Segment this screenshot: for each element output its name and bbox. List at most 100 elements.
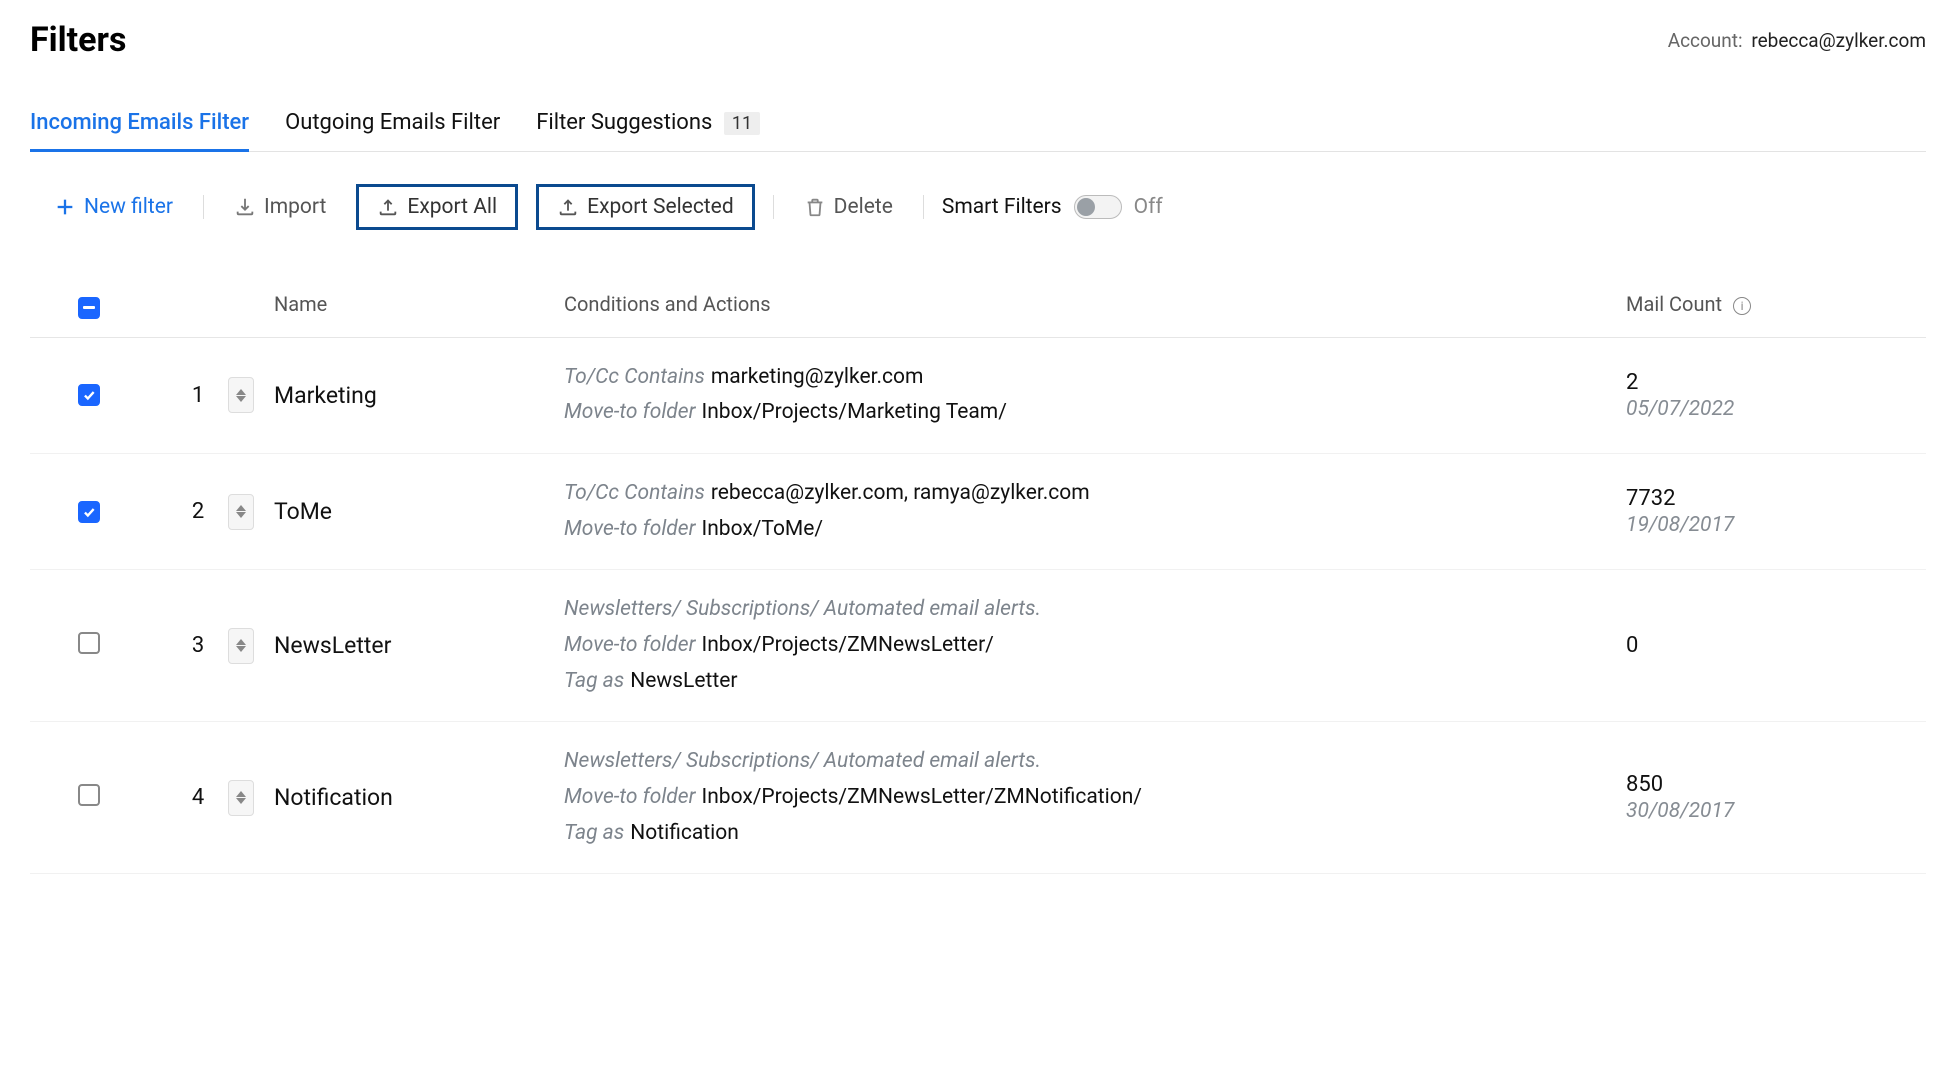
chevron-down-icon [236,798,246,804]
tab-suggestions[interactable]: Filter Suggestions 11 [536,110,760,151]
mail-count: 0 [1626,633,1926,658]
select-all-checkbox[interactable] [78,297,100,319]
reorder-handle[interactable] [228,628,254,664]
chevron-up-icon [236,639,246,645]
import-icon [234,196,256,218]
row-checkbox[interactable] [78,784,100,806]
condition-value: Notification [630,821,739,845]
separator [773,195,774,219]
header: Filters Account: rebecca@zylker.com [30,20,1926,60]
export-icon [557,196,579,218]
condition-note: Newsletters/ Subscriptions/ Automated em… [564,592,1626,628]
delete-label: Delete [834,195,893,219]
reorder-handle[interactable] [228,494,254,530]
trash-icon [804,196,826,218]
tab-suggestions-count: 11 [724,112,760,135]
row-checkbox[interactable] [78,384,100,406]
export-selected-label: Export Selected [587,195,734,219]
table-body: 1MarketingTo/Cc Containsmarketing@zylker… [30,338,1926,875]
mail-count: 7732 [1626,486,1926,511]
plus-icon [54,196,76,218]
condition-value: Inbox/Projects/ZMNewsLetter/ZMNotificati… [701,785,1141,809]
filter-name: ToMe [274,498,564,525]
action-line: Tag asNewsLetter [564,664,1626,700]
check-icon [82,388,96,402]
mail-count: 850 [1626,772,1926,797]
row-checkbox[interactable] [78,632,100,654]
condition-label: Tag as [564,821,624,845]
new-filter-label: New filter [84,195,173,219]
column-conditions: Conditions and Actions [564,292,1626,316]
table-header: Name Conditions and Actions Mail Count i [30,272,1926,338]
minus-icon [83,306,95,309]
import-button[interactable]: Import [222,187,338,227]
new-filter-button[interactable]: New filter [42,187,185,227]
mail-count-date: 30/08/2017 [1626,799,1926,823]
account-label: Account: [1668,29,1743,52]
smart-filters-state: Off [1134,195,1163,219]
chevron-up-icon [236,389,246,395]
mail-count-date: 19/08/2017 [1626,513,1926,537]
condition-value: marketing@zylker.com [711,365,924,389]
toolbar: New filter Import Export All Export Sele… [30,184,1926,230]
separator [923,195,924,219]
import-label: Import [264,195,326,219]
chevron-up-icon [236,505,246,511]
table-row: 1 MarketingTo/Cc Containsmarketing@zylker… [30,338,1926,454]
condition-label: Move-to folder [564,633,695,657]
tab-incoming[interactable]: Incoming Emails Filter [30,110,249,151]
mail-count: 2 [1626,370,1926,395]
table-row: 4NotificationNewsletters/ Subscriptions/… [30,722,1926,874]
action-line: Tag asNotification [564,816,1626,852]
chevron-down-icon [236,512,246,518]
chevron-down-icon [236,396,246,402]
column-mail-count: Mail Count [1626,292,1722,316]
chevron-down-icon [236,646,246,652]
condition-value: Inbox/ToMe/ [701,517,823,541]
condition-value: rebecca@zylker.com, ramya@zylker.com [711,481,1090,505]
action-line: Move-to folderInbox/ToMe/ [564,512,1626,548]
account-info: Account: rebecca@zylker.com [1668,29,1926,52]
smart-filters-toggle[interactable] [1074,195,1122,219]
table-row: 2ToMeTo/Cc Containsrebecca@zylker.com, r… [30,454,1926,570]
row-index: 1 [168,383,228,408]
action-line: Move-to folderInbox/Projects/Marketing T… [564,395,1626,431]
column-name: Name [274,292,564,316]
smart-filters-control: Smart Filters Off [942,195,1163,219]
condition-label: Move-to folder [564,517,695,541]
toggle-knob [1077,198,1095,216]
page-title: Filters [30,20,126,60]
row-index: 4 [168,785,228,810]
action-line: Move-to folderInbox/Projects/ZMNewsLette… [564,628,1626,664]
smart-filters-label: Smart Filters [942,195,1062,219]
row-checkbox[interactable] [78,501,100,523]
tab-outgoing[interactable]: Outgoing Emails Filter [285,110,500,151]
condition-label: Move-to folder [564,785,695,809]
account-email: rebecca@zylker.com [1751,29,1926,52]
condition-value: Inbox/Projects/ZMNewsLetter/ [701,633,993,657]
filter-name: Notification [274,784,564,811]
export-all-label: Export All [407,195,497,219]
filter-name: Marketing [274,382,564,409]
table-row: 3NewsLetterNewsletters/ Subscriptions/ A… [30,570,1926,722]
condition-value: Inbox/Projects/Marketing Team/ [701,400,1006,424]
separator [203,195,204,219]
delete-button[interactable]: Delete [792,187,905,227]
mail-count-date: 05/07/2022 [1626,397,1926,421]
condition-value: NewsLetter [630,669,737,693]
action-line: Move-to folderInbox/Projects/ZMNewsLette… [564,780,1626,816]
reorder-handle[interactable] [228,377,254,413]
condition-note: Newsletters/ Subscriptions/ Automated em… [564,744,1626,780]
row-index: 3 [168,633,228,658]
check-icon [82,505,96,519]
info-icon[interactable]: i [1733,297,1751,315]
condition-label: To/Cc Contains [564,481,705,505]
export-selected-button[interactable]: Export Selected [536,184,755,230]
export-icon [377,196,399,218]
reorder-handle[interactable] [228,780,254,816]
filter-name: NewsLetter [274,632,564,659]
condition-label: Tag as [564,669,624,693]
export-all-button[interactable]: Export All [356,184,518,230]
condition-label: To/Cc Contains [564,365,705,389]
condition-line: To/Cc Containsrebecca@zylker.com, ramya@… [564,476,1626,512]
